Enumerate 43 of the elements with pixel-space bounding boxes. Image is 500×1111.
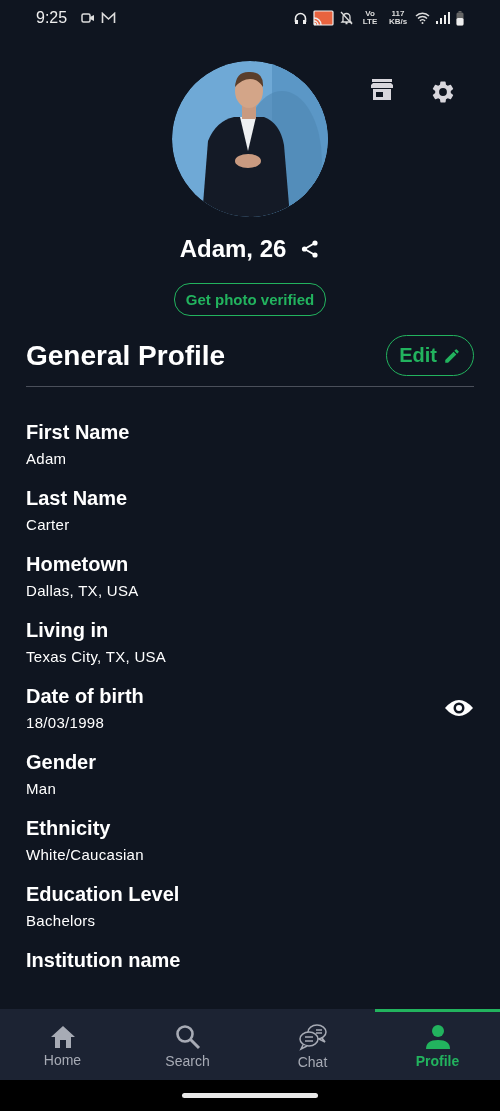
profile-name: Adam, 26 [179,235,287,263]
field-label: Living in [26,619,110,642]
pencil-icon [443,346,461,365]
field-label: Institution name [26,949,181,972]
field-label: Gender [26,751,97,774]
muted-bell-icon [340,11,353,25]
signal-icon [436,12,450,24]
share-icon[interactable] [300,239,321,259]
field-label: Last Name [26,487,128,510]
store-icon[interactable] [370,79,394,101]
field-value: Bachelors [26,912,97,929]
field-value: Carter [26,516,71,533]
network-label: Vo LTE [361,10,379,26]
cast-icon [313,10,334,26]
field-label: Hometown [26,553,130,576]
settings-icon[interactable] [430,79,456,105]
video-icon [81,12,96,24]
field-value: White/Caucasian [26,846,144,863]
field-label: First Name [26,421,130,444]
speed-label: 117 KB/s [387,10,409,26]
battery-icon [456,10,464,26]
home-icon [49,1024,76,1049]
field-label: Ethnicity [26,817,112,840]
wifi-icon [415,12,430,24]
chat-bubbles-icon [297,1022,328,1051]
nav-tab[interactable]: Search [125,1009,250,1080]
field-value: 18/03/1998 [26,714,106,731]
field-value: Adam [26,450,68,467]
field-label: Date of birth [26,685,144,708]
mail-icon [101,12,117,24]
status-time: 9:25 [36,9,68,27]
headphones-icon [294,11,307,25]
field-value: Dallas, TX, USA [26,582,139,599]
section-title: General Profile [26,339,226,372]
verify-photo-button[interactable]: Get photo verified [173,283,327,316]
eye-icon[interactable] [444,698,474,718]
field-value: Texas City, TX, USA [26,648,167,665]
field-label: Education Level [26,883,180,906]
search-icon [174,1023,201,1050]
person-icon [424,1023,451,1050]
field-value: Man [26,780,58,797]
nav-tab[interactable]: Home [0,1009,125,1080]
nav-tab[interactable]: Chat [250,1009,375,1080]
